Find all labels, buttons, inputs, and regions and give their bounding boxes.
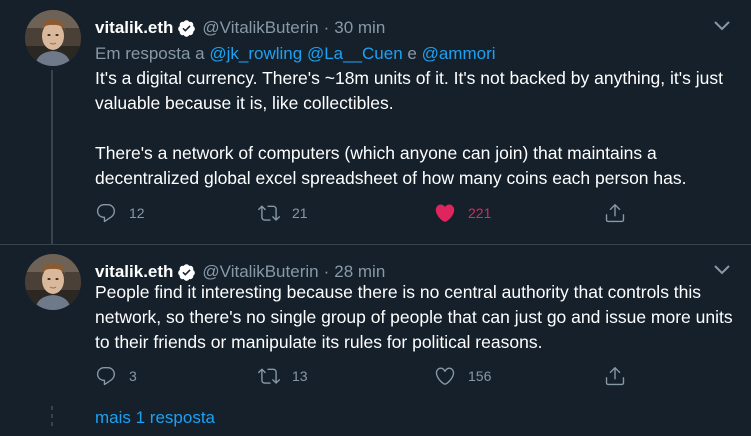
thread-connector-line xyxy=(51,70,53,244)
tweet-paragraph: It's a digital currency. There's ~18m un… xyxy=(95,68,723,113)
tweet[interactable]: vitalik.eth @VitalikButerin · 28 min Peo… xyxy=(0,244,751,404)
heart-icon xyxy=(434,365,456,387)
share-icon xyxy=(604,365,626,387)
reply-count: 12 xyxy=(129,205,145,221)
mention-link[interactable]: @jk_rowling xyxy=(209,44,302,63)
mention-link[interactable]: @La__Cuen xyxy=(307,44,403,63)
like-button[interactable]: 221 xyxy=(434,202,491,224)
heart-icon xyxy=(434,202,456,224)
share-button[interactable] xyxy=(604,365,626,387)
retweet-button[interactable]: 13 xyxy=(258,365,308,387)
tweet[interactable]: vitalik.eth @VitalikButerin · 30 min Em … xyxy=(0,0,751,244)
separator-dot: · xyxy=(323,18,330,37)
reply-prefix: Em resposta a xyxy=(95,44,205,63)
chevron-down-icon[interactable] xyxy=(713,20,731,32)
like-button[interactable]: 156 xyxy=(434,365,491,387)
mention-link[interactable]: @ammori xyxy=(422,44,496,63)
reply-bubble-icon xyxy=(95,202,117,224)
tweet-text: It's a digital currency. There's ~18m un… xyxy=(95,66,735,191)
reply-bubble-icon xyxy=(95,365,117,387)
reply-button[interactable]: 12 xyxy=(95,202,145,224)
retweet-button[interactable]: 21 xyxy=(258,202,308,224)
separator-dot: · xyxy=(323,262,330,281)
tweet-timestamp[interactable]: 30 min xyxy=(334,18,385,38)
share-button[interactable] xyxy=(604,202,626,224)
avatar[interactable] xyxy=(25,10,81,66)
chevron-down-icon[interactable] xyxy=(713,264,731,276)
like-count: 156 xyxy=(468,368,492,384)
reply-button[interactable]: 3 xyxy=(95,365,137,387)
tweet-header: vitalik.eth @VitalikButerin · 30 min xyxy=(95,16,711,40)
verified-badge-icon xyxy=(177,263,196,282)
show-more-replies-link[interactable]: mais 1 resposta xyxy=(95,408,215,428)
author-handle[interactable]: @VitalikButerin xyxy=(202,262,318,282)
share-icon xyxy=(604,202,626,224)
reply-context: Em resposta a @jk_rowling @La__Cuen e @a… xyxy=(95,44,496,64)
tweet-paragraph: People find it interesting because there… xyxy=(95,282,733,352)
author-handle[interactable]: @VitalikButerin xyxy=(202,18,318,38)
author-name[interactable]: vitalik.eth xyxy=(95,18,173,38)
tweet-actions: 3 13 156 xyxy=(95,365,655,391)
avatar-image xyxy=(25,10,81,66)
tweet-timestamp[interactable]: 28 min xyxy=(334,262,385,282)
tweet-text: People find it interesting because there… xyxy=(95,280,735,355)
like-count: 221 xyxy=(468,205,492,221)
avatar[interactable] xyxy=(25,254,81,310)
reply-conjunction: e xyxy=(407,44,417,63)
avatar-image xyxy=(25,254,81,310)
tweet-paragraph: There's a network of computers (which an… xyxy=(95,143,687,188)
retweet-icon xyxy=(258,202,280,224)
retweet-count: 13 xyxy=(292,368,308,384)
retweet-count: 21 xyxy=(292,205,308,221)
retweet-icon xyxy=(258,365,280,387)
reply-count: 3 xyxy=(129,368,137,384)
thread-dots-icon xyxy=(51,406,53,426)
author-name[interactable]: vitalik.eth xyxy=(95,262,173,282)
verified-badge-icon xyxy=(177,19,196,38)
tweet-actions: 12 21 221 xyxy=(95,202,655,228)
